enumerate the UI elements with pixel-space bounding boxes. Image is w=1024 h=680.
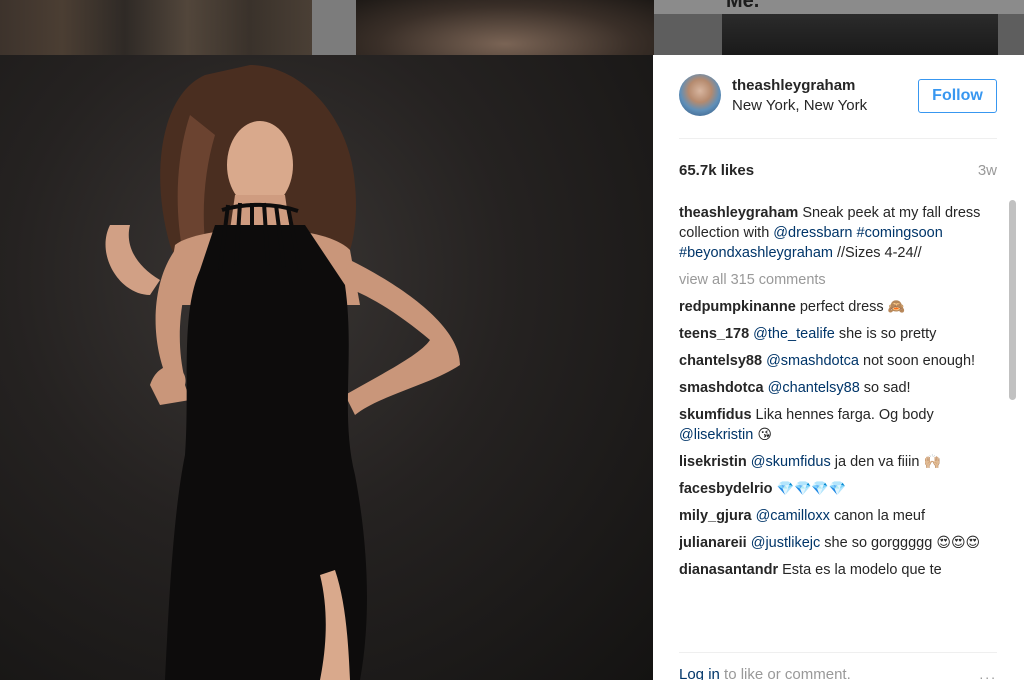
comment-username[interactable]: dianasantandr [679, 562, 778, 578]
comment-username[interactable]: mily_gjura [679, 508, 752, 524]
login-prompt-text: to like or comment. [724, 666, 851, 680]
comment-mention[interactable]: @chantelsy88 [768, 380, 860, 396]
comment-text: so sad! [863, 380, 911, 396]
comment-username[interactable]: teens_178 [679, 326, 749, 342]
login-link[interactable]: Log in [679, 666, 720, 680]
comment-emoji: 😘 [757, 427, 772, 443]
comment-mention[interactable]: @lisekristin [679, 427, 753, 443]
background-thumbnail [722, 14, 998, 55]
caption-mention[interactable]: @dressbarn [773, 225, 852, 241]
divider [679, 652, 997, 653]
comment: smashdotca @chantelsy88 so sad! [679, 378, 1004, 398]
likes-count[interactable]: 65.7k likes [679, 162, 754, 179]
comment: julianareii @justlikejc she so gorggggg … [679, 533, 1004, 553]
comment-mention[interactable]: @smashdotca [766, 353, 859, 369]
divider [679, 138, 997, 139]
comment-username[interactable]: smashdotca [679, 380, 764, 396]
comment-mention[interactable]: @skumfidus [751, 454, 831, 470]
background-partial-text: Me. [726, 0, 760, 12]
comment: skumfidus Lika hennes farga. Og body @li… [679, 405, 1004, 445]
comment-mention[interactable]: @the_tealife [753, 326, 835, 342]
comment-emoji: 🙈 [887, 299, 906, 315]
comment-mention[interactable]: @camilloxx [756, 508, 830, 524]
comment-text: not soon enough! [863, 353, 976, 369]
scrollbar-thumb[interactable] [1009, 200, 1016, 400]
caption-hashtag[interactable]: #beyondxashleygraham [679, 245, 833, 261]
comment: dianasantandr Esta es la modelo que te [679, 560, 1004, 580]
comments-scrollbar[interactable] [1009, 200, 1017, 640]
follow-button[interactable]: Follow [918, 79, 997, 113]
background-feed: Me. [0, 0, 1024, 55]
comment-username[interactable]: skumfidus [679, 407, 752, 423]
background-gap [654, 0, 1024, 14]
comment-text: she so gorggggg [824, 535, 933, 551]
comment: redpumpkinanne perfect dress 🙈 [679, 297, 1004, 317]
comment-username[interactable]: julianareii [679, 535, 747, 551]
background-thumbnail [0, 0, 312, 55]
post-photo[interactable] [0, 55, 653, 680]
comment: teens_178 @the_tealife she is so pretty [679, 324, 1004, 344]
comment: chantelsy88 @smashdotca not soon enough! [679, 351, 1004, 371]
post-age[interactable]: 3w [978, 162, 997, 179]
background-gap [312, 0, 356, 55]
comment-username[interactable]: chantelsy88 [679, 353, 762, 369]
comment: lisekristin @skumfidus ja den va fiiin 🙌… [679, 452, 1004, 472]
more-options-icon[interactable]: ... [979, 666, 997, 680]
post-detail-panel: theashleygraham New York, New York Follo… [653, 55, 1024, 680]
post-location[interactable]: New York, New York [732, 97, 867, 114]
caption-text: //Sizes 4-24// [837, 245, 922, 261]
comment-mention[interactable]: @justlikejc [751, 535, 821, 551]
caption-hashtag[interactable]: #comingsoon [857, 225, 943, 241]
comment-emoji: 😍😍😍 [936, 535, 981, 551]
avatar[interactable] [679, 74, 721, 116]
comment: facesbydelrio 💎💎💎💎 [679, 479, 1004, 499]
post-header: theashleygraham New York, New York Follo… [653, 55, 1024, 139]
comments-list: theashleygraham Sneak peek at my fall dr… [679, 203, 1004, 635]
comment-text: she is so pretty [838, 326, 937, 342]
post-username[interactable]: theashleygraham [732, 77, 855, 94]
caption: theashleygraham Sneak peek at my fall dr… [679, 203, 1004, 263]
comment: mily_gjura @camilloxx canon la meuf [679, 506, 1004, 526]
comment-username[interactable]: redpumpkinanne [679, 299, 796, 315]
comment-emoji: 🙌🏼 [923, 454, 941, 470]
comment-text: Lika hennes farga. Og body [755, 407, 934, 423]
comment-text: canon la meuf [833, 508, 926, 524]
background-thumbnail [356, 0, 654, 55]
comment-text: Esta es la modelo que te [782, 562, 942, 578]
comment-username[interactable]: facesbydelrio [679, 481, 773, 497]
woman-in-black-dress-image [105, 65, 460, 680]
comment-username[interactable]: lisekristin [679, 454, 747, 470]
comment-emoji: 💎💎💎💎 [776, 481, 847, 497]
comment-text: ja den va fiiin [834, 454, 920, 470]
comment-text: perfect dress [799, 299, 884, 315]
login-prompt: Log in to like or comment. [679, 666, 851, 680]
caption-username[interactable]: theashleygraham [679, 205, 798, 221]
view-all-comments-link[interactable]: view all 315 comments [679, 270, 1004, 290]
